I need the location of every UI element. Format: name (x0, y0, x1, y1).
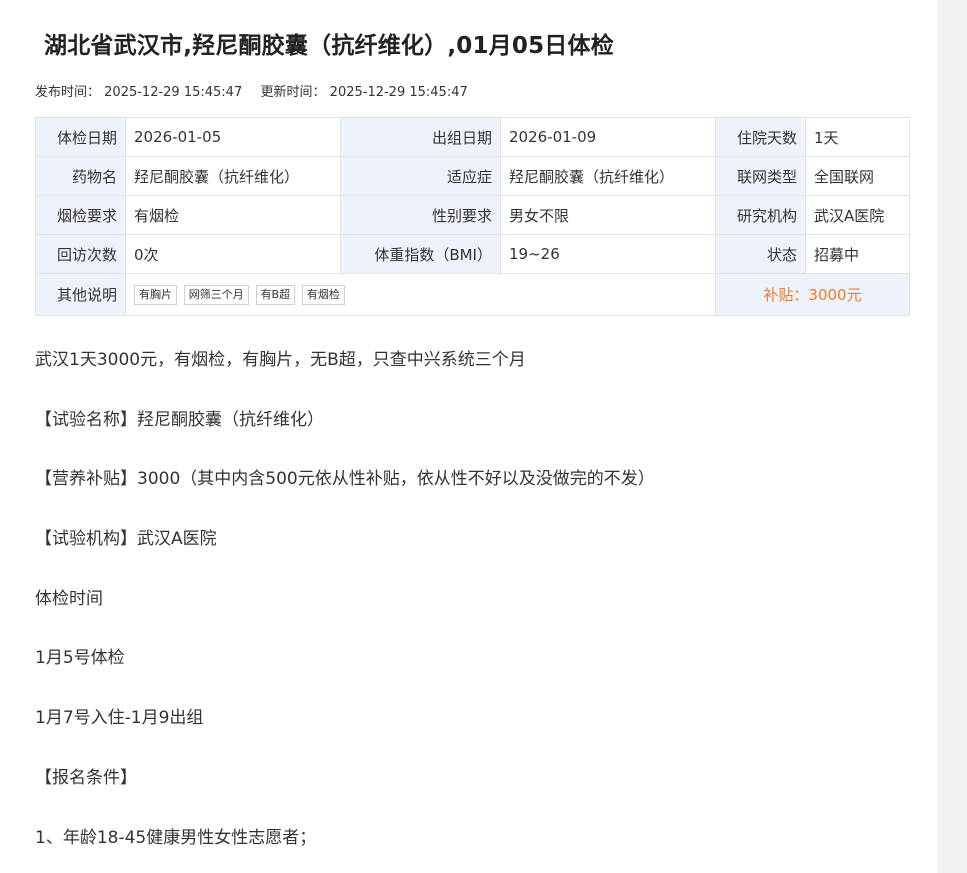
smoke-test-value: 有烟检 (125, 195, 341, 235)
trial-info-table: 体检日期 2026-01-05 出组日期 2026-01-09 住院天数 1天 … (35, 117, 910, 316)
indication-value: 羟尼酮胶囊（抗纤维化） (500, 156, 716, 196)
table-row: 回访次数 0次 体重指数（BMI） 19~26 状态 招募中 (35, 234, 910, 274)
drug-name-label: 药物名 (35, 156, 126, 196)
tag-chest-xray: 有胸片 (134, 285, 177, 305)
body-paragraph: 1、年龄18-45健康男性女性志愿者； (35, 827, 317, 848)
subsidy-amount: 补贴：3000元 (715, 273, 910, 316)
drug-name-value: 羟尼酮胶囊（抗纤维化） (125, 156, 341, 196)
tag-smoke-test: 有烟检 (301, 285, 345, 305)
published-label: 发布时间： (35, 85, 101, 100)
bmi-label: 体重指数（BMI） (340, 234, 501, 274)
network-type-value: 全国联网 (805, 156, 910, 196)
body-paragraph: 体检时间 (35, 588, 103, 609)
discharge-date-label: 出组日期 (340, 117, 501, 157)
article-title: 湖北省武汉市,羟尼酮胶囊（抗纤维化）,01月05日体检 (44, 33, 614, 59)
indication-label: 适应症 (340, 156, 501, 196)
gender-value: 男女不限 (500, 195, 716, 235)
status-value: 招募中 (805, 234, 910, 274)
body-paragraph: 【试验名称】羟尼酮胶囊（抗纤维化） (35, 409, 324, 430)
updated-label: 更新时间： (260, 85, 326, 100)
table-row: 烟检要求 有烟检 性别要求 男女不限 研究机构 武汉A医院 (35, 195, 910, 235)
institution-value: 武汉A医院 (805, 195, 910, 235)
published-time: 2025-12-29 15:45:47 (104, 85, 243, 100)
tag-network-screening: 网筛三个月 (183, 285, 249, 305)
stay-days-value: 1天 (805, 117, 910, 157)
body-paragraph: 1月5号体检 (35, 648, 125, 669)
body-paragraph: 【报名条件】 (35, 767, 137, 788)
tag-ultrasound: 有B超 (255, 285, 296, 305)
table-row: 体检日期 2026-01-05 出组日期 2026-01-09 住院天数 1天 (35, 117, 910, 157)
stay-days-label: 住院天数 (715, 117, 806, 157)
status-label: 状态 (715, 234, 806, 274)
page: 湖北省武汉市,羟尼酮胶囊（抗纤维化）,01月05日体检 发布时间： 2025-1… (0, 0, 967, 873)
article-meta: 发布时间： 2025-12-29 15:45:47 更新时间： 2025-12-… (35, 81, 468, 100)
article-body: 武汉1天3000元，有烟检，有胸片，无B超，只查中兴系统三个月 【试验名称】羟尼… (35, 340, 895, 873)
smoke-test-label: 烟检要求 (35, 195, 126, 235)
follow-up-label: 回访次数 (35, 234, 126, 274)
bmi-value: 19~26 (500, 234, 716, 274)
updated-time: 2025-12-29 15:45:47 (329, 85, 468, 100)
exam-date-label: 体检日期 (35, 117, 126, 157)
scrollbar-track[interactable] (937, 0, 967, 873)
exam-date-value: 2026-01-05 (125, 117, 341, 157)
network-type-label: 联网类型 (715, 156, 806, 196)
discharge-date-value: 2026-01-09 (500, 117, 716, 157)
body-paragraph: 武汉1天3000元，有烟检，有胸片，无B超，只查中兴系统三个月 (35, 350, 526, 370)
tag-list: 有胸片 网筛三个月 有B超 有烟检 (125, 273, 716, 316)
institution-label: 研究机构 (715, 195, 806, 235)
table-row: 其他说明 有胸片 网筛三个月 有B超 有烟检 补贴：3000元 (35, 273, 910, 316)
follow-up-value: 0次 (125, 234, 341, 274)
other-notes-label: 其他说明 (35, 273, 126, 316)
table-row: 药物名 羟尼酮胶囊（抗纤维化） 适应症 羟尼酮胶囊（抗纤维化） 联网类型 全国联… (35, 156, 910, 196)
body-paragraph: 1月7号入住-1月9出组 (35, 708, 204, 729)
gender-label: 性别要求 (340, 195, 501, 235)
body-paragraph: 【营养补贴】3000（其中内含500元依从性补贴，依从性不好以及没做完的不发） (35, 469, 655, 490)
body-paragraph: 【试验机构】武汉A医院 (35, 529, 217, 550)
